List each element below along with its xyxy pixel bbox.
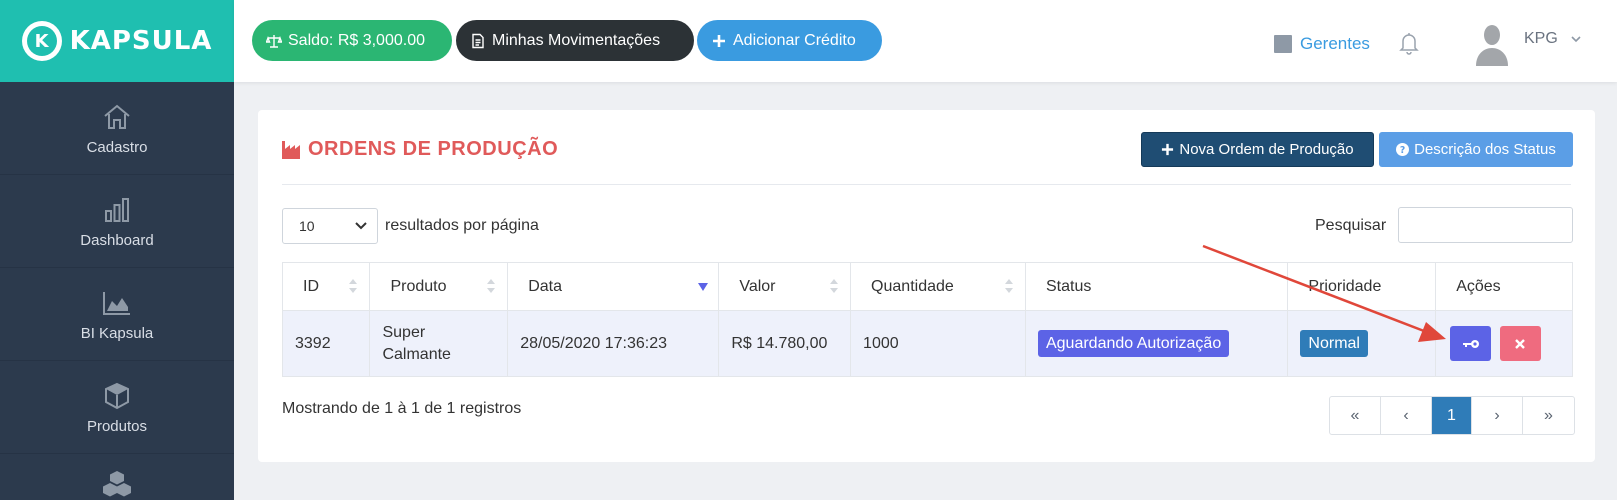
cell-prioridade: Normal — [1287, 310, 1437, 377]
sort-icon — [1004, 279, 1013, 293]
plus-icon — [1162, 143, 1174, 156]
sidebar-item-label: Produtos — [86, 417, 148, 435]
movimentacoes-button[interactable]: Minhas Movimentações — [456, 20, 694, 61]
records-info: Mostrando de 1 à 1 de 1 registros — [282, 400, 522, 417]
col-header-data[interactable]: Data — [507, 262, 720, 311]
cell-produto: Super Calmante — [369, 310, 509, 377]
delete-button[interactable] — [1499, 326, 1541, 361]
per-page-select[interactable]: 10 — [282, 208, 378, 244]
priority-badge: Normal — [1300, 329, 1368, 357]
descricao-status-button[interactable]: ? Descrição dos Status — [1379, 132, 1573, 167]
key-icon — [1462, 339, 1479, 348]
saldo-label: Saldo: R$ 3,000.00 — [288, 31, 425, 49]
sort-desc-icon — [698, 283, 709, 291]
cell-acoes — [1435, 310, 1573, 377]
sidebar-item-label: Dashboard — [80, 231, 154, 249]
cell-data: 28/05/2020 17:36:23 — [507, 310, 720, 377]
search-input[interactable] — [1398, 207, 1573, 243]
orders-card: ORDENS DE PRODUÇÃO Nova Ordem de Produçã… — [258, 110, 1595, 462]
sidebar-item-produtos[interactable]: Produtos — [0, 361, 234, 454]
adicionar-label: Adicionar Crédito — [733, 31, 856, 49]
col-header-quantidade[interactable]: Quantidade — [850, 262, 1026, 311]
cell-valor: R$ 14.780,00 — [718, 310, 852, 377]
brand-logo[interactable]: K KAPSULA — [0, 0, 234, 82]
industry-icon — [282, 140, 300, 159]
user-name[interactable]: KPG — [1524, 30, 1558, 48]
col-header-acoes: Ações — [1435, 262, 1573, 311]
user-tie-icon — [1274, 35, 1292, 53]
chevron-down-icon[interactable] — [1570, 34, 1582, 44]
cell-id: 3392 — [281, 310, 371, 377]
home-icon — [104, 104, 130, 129]
bell-icon[interactable] — [1397, 30, 1421, 56]
close-icon — [1515, 338, 1526, 349]
col-header-valor[interactable]: Valor — [718, 262, 852, 311]
gerentes-label: Gerentes — [1300, 34, 1370, 53]
divider — [282, 184, 1571, 185]
sidebar-item-more[interactable] — [0, 454, 234, 500]
cubes-icon — [103, 471, 131, 497]
page-1-button[interactable]: 1 — [1432, 397, 1472, 434]
adicionar-credito-button[interactable]: Adicionar Crédito — [697, 20, 882, 61]
cell-status: Aguardando Autorização — [1024, 310, 1289, 377]
document-icon — [472, 33, 484, 48]
logo-mark-icon: K — [21, 21, 62, 61]
sort-icon — [830, 279, 839, 293]
area-chart-icon — [103, 291, 130, 315]
page-next-button[interactable]: › — [1472, 397, 1523, 434]
bars-icon — [105, 197, 129, 222]
status-badge: Aguardando Autorização — [1037, 329, 1230, 357]
avatar[interactable] — [1474, 22, 1510, 66]
balance-scale-icon — [266, 34, 282, 48]
svg-text:?: ? — [1400, 145, 1405, 156]
page-last-button[interactable]: » — [1523, 397, 1574, 434]
col-header-id[interactable]: ID — [281, 262, 371, 311]
plus-icon — [713, 34, 725, 47]
sidebar-item-label: Cadastro — [86, 138, 148, 156]
col-header-status: Status — [1024, 262, 1289, 311]
gerentes-link[interactable]: Gerentes — [1274, 34, 1370, 54]
sidebar-item-dashboard[interactable]: Dashboard — [0, 175, 234, 268]
box-icon — [105, 382, 129, 409]
page-prev-button[interactable]: ‹ — [1381, 397, 1432, 434]
page-title: ORDENS DE PRODUÇÃO — [282, 138, 558, 161]
cell-quantidade: 1000 — [850, 310, 1026, 377]
pagination: « ‹ 1 › » — [1329, 396, 1575, 435]
chevron-down-icon — [355, 222, 367, 230]
saldo-button[interactable]: Saldo: R$ 3,000.00 — [252, 20, 452, 61]
movimentacoes-label: Minhas Movimentações — [492, 31, 661, 49]
table-row: 3392 Super Calmante 28/05/2020 17:36:23 … — [281, 310, 1573, 377]
topbar: Saldo: R$ 3,000.00 Minhas Movimentações … — [234, 0, 1617, 82]
col-header-produto[interactable]: Produto — [369, 262, 509, 311]
page-first-button[interactable]: « — [1330, 397, 1381, 434]
table-header-row: ID Produto Data Valor Quantidade Status … — [281, 262, 1573, 311]
per-page-label: resultados por página — [385, 217, 539, 234]
sidebar-item-cadastro[interactable]: Cadastro — [0, 82, 234, 175]
nova-ordem-button[interactable]: Nova Ordem de Produção — [1141, 132, 1374, 167]
search-label: Pesquisar — [1315, 217, 1387, 234]
sidebar: K KAPSULA Cadastro Dashboard BI Kapsula … — [0, 0, 234, 500]
authorize-key-button[interactable] — [1450, 326, 1492, 361]
sidebar-item-bi-kapsula[interactable]: BI Kapsula — [0, 268, 234, 361]
brand-name: KAPSULA — [69, 26, 213, 56]
orders-table: ID Produto Data Valor Quantidade Status … — [281, 262, 1573, 377]
sort-icon — [349, 279, 358, 293]
sidebar-item-label: BI Kapsula — [80, 324, 154, 342]
sort-icon — [487, 279, 496, 293]
question-circle-icon: ? — [1396, 143, 1410, 156]
col-header-prioridade: Prioridade — [1287, 262, 1437, 311]
